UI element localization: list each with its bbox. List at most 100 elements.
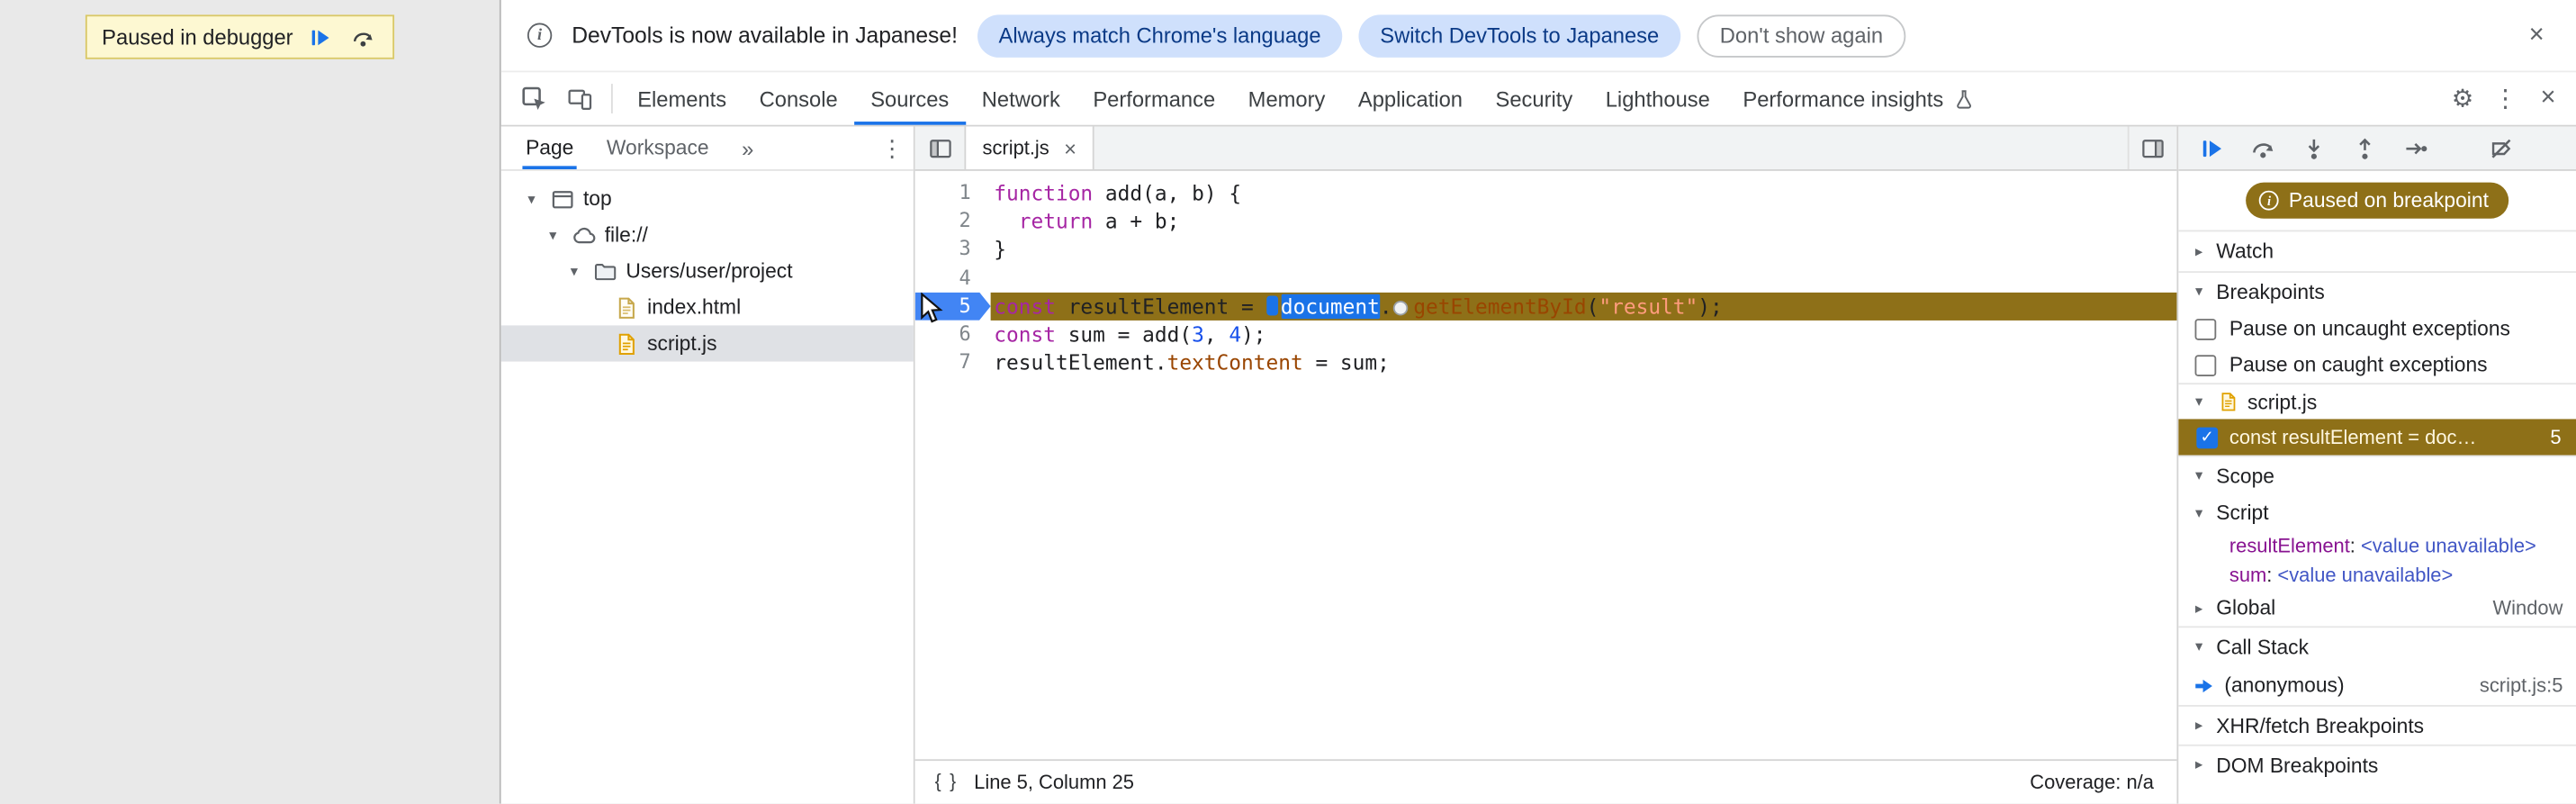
breakpoint-file-group[interactable]: ▾ script.js xyxy=(2178,383,2576,419)
frame-location: script.js:5 xyxy=(2479,673,2563,697)
section-scope[interactable]: ▾ Scope xyxy=(2178,455,2576,495)
pretty-print-button[interactable]: { } xyxy=(935,772,958,792)
settings-button[interactable]: ⚙ xyxy=(2441,72,2483,124)
code-token: ); xyxy=(1241,321,1266,348)
notification-close-button[interactable]: × xyxy=(2517,15,2556,55)
tab-memory[interactable]: Memory xyxy=(1231,72,1341,124)
pause-caught-exceptions-row[interactable]: Pause on caught exceptions xyxy=(2178,347,2576,383)
more-options-button[interactable]: ⋮ xyxy=(2484,72,2526,124)
switch-to-japanese-button[interactable]: Switch DevTools to Japanese xyxy=(1358,14,1680,57)
tab-label: Performance xyxy=(1093,86,1216,112)
execution-position-marker xyxy=(1265,295,1278,315)
line-number-1[interactable]: 1 xyxy=(915,179,991,207)
section-call-stack[interactable]: ▾ Call Stack xyxy=(2178,626,2576,665)
tab-label: Elements xyxy=(637,86,727,112)
checkbox-label: Pause on uncaught exceptions xyxy=(2229,317,2510,340)
resume-script-button[interactable] xyxy=(2198,135,2224,161)
tab-label: Security xyxy=(1495,86,1573,112)
tree-item-script-js[interactable]: script.js xyxy=(500,325,914,362)
inspect-button[interactable] xyxy=(511,72,557,124)
scope-variable-sum[interactable]: sum: <value unavailable> xyxy=(2178,560,2576,590)
tab-application[interactable]: Application xyxy=(1342,72,1480,124)
mouse-cursor xyxy=(921,292,943,323)
step-over-button[interactable] xyxy=(2249,135,2275,161)
navigator-menu-button[interactable]: ⋮ xyxy=(870,127,913,169)
chevron-right-icon: ▸ xyxy=(2194,755,2203,772)
tree-item-top[interactable]: ▾ top xyxy=(501,181,914,217)
expand-arrow-icon[interactable]: ▾ xyxy=(544,226,562,244)
tree-item-users-user-project[interactable]: ▾ Users/user/project xyxy=(501,253,914,289)
line-number-7[interactable]: 7 xyxy=(915,348,991,376)
editor-status-bar: { } Line 5, Column 25 Coverage: n/a xyxy=(914,759,2177,804)
line-number-3[interactable]: 3 xyxy=(915,236,991,264)
tab-security[interactable]: Security xyxy=(1479,72,1589,124)
code-text-line-2[interactable]: return a + b; xyxy=(991,207,2177,235)
step-button[interactable] xyxy=(2402,135,2428,161)
file-tab-script-js[interactable]: script.js × xyxy=(964,126,1095,170)
step-out-button[interactable] xyxy=(2351,135,2377,161)
code-token: 3 xyxy=(1192,321,1204,348)
code-text-line-3[interactable]: } xyxy=(991,236,2177,264)
code-line-4: 4 xyxy=(915,264,2177,292)
banner-step-over-button[interactable] xyxy=(349,23,379,50)
pause-caught-checkbox[interactable] xyxy=(2194,354,2217,376)
chevron-right-icon: ▸ xyxy=(2194,599,2203,616)
scope-variable-resultelement[interactable]: resultElement: <value unavailable> xyxy=(2178,531,2576,561)
step-into-button[interactable] xyxy=(2300,135,2326,161)
tab-page[interactable]: Page xyxy=(522,127,578,170)
more-tabs-button[interactable]: » xyxy=(738,127,757,169)
tree-item-label: index.html xyxy=(647,295,742,320)
tab-elements[interactable]: Elements xyxy=(621,72,743,124)
expand-arrow-icon[interactable]: ▾ xyxy=(522,190,540,208)
code-text-line-5[interactable]: const resultElement = document. getElemen… xyxy=(990,292,2177,321)
experiment-flask-icon xyxy=(1953,88,1975,110)
tab-performance[interactable]: Performance xyxy=(1076,72,1231,124)
paused-on-breakpoint-badge: i Paused on breakpoint xyxy=(2246,182,2508,219)
tab-performance-insights[interactable]: Performance insights xyxy=(1726,72,1991,124)
tab-workspace[interactable]: Workspace xyxy=(603,127,712,169)
tab-network[interactable]: Network xyxy=(966,72,1077,124)
code-text-line-4[interactable] xyxy=(991,264,2177,292)
toggle-debugger-button[interactable] xyxy=(2127,126,2177,170)
always-match-language-button[interactable]: Always match Chrome's language xyxy=(977,14,1343,57)
tab-sources[interactable]: Sources xyxy=(853,72,966,125)
section-xhr-breakpoints[interactable]: ▸ XHR/fetch Breakpoints xyxy=(2178,705,2576,745)
tree-item-file[interactable]: ▾ file:// xyxy=(501,217,914,253)
line-number-4[interactable]: 4 xyxy=(915,264,991,292)
scope-script-group[interactable]: ▾ Script xyxy=(2178,494,2576,530)
code-area[interactable]: 1 function add(a, b) {2 return a + b; 3} 4 5… xyxy=(914,171,2177,760)
close-icon: × xyxy=(2528,20,2544,49)
scope-global-value: Window xyxy=(2492,596,2563,620)
pause-uncaught-checkbox[interactable] xyxy=(2194,318,2217,339)
close-devtools-button[interactable]: × xyxy=(2526,72,2569,124)
code-text-line-1[interactable]: function add(a, b) { xyxy=(991,179,2177,207)
info-icon: i xyxy=(527,23,553,48)
banner-resume-button[interactable] xyxy=(306,23,336,50)
section-dom-breakpoints[interactable]: ▸ DOM Breakpoints xyxy=(2178,744,2576,784)
toggle-navigator-button[interactable] xyxy=(915,127,965,169)
folder-icon xyxy=(591,258,617,285)
device-toolbar-button[interactable] xyxy=(557,72,603,124)
section-watch[interactable]: ▸ Watch xyxy=(2178,231,2576,271)
dont-show-again-button[interactable]: Don't show again xyxy=(1697,14,1906,57)
tab-console[interactable]: Console xyxy=(743,72,854,124)
code-token: function xyxy=(994,180,1094,206)
file-tab-close-button[interactable]: × xyxy=(1064,137,1076,158)
section-breakpoints[interactable]: ▾ Breakpoints xyxy=(2178,271,2576,311)
scope-global-row[interactable]: ▸ Global Window xyxy=(2178,590,2576,626)
deactivate-breakpoints-button[interactable] xyxy=(2487,135,2513,161)
tab-lighthouse[interactable]: Lighthouse xyxy=(1589,72,1726,124)
code-text-line-6[interactable]: const sum = add(3, 4); xyxy=(991,321,2177,348)
call-stack-frame[interactable]: (anonymous) script.js:5 xyxy=(2178,665,2576,705)
pause-uncaught-exceptions-row[interactable]: Pause on uncaught exceptions xyxy=(2178,311,2576,347)
line-number-2[interactable]: 2 xyxy=(915,207,991,235)
panel-left-icon xyxy=(929,139,950,158)
code-token: textContent xyxy=(1166,350,1303,375)
expand-arrow-icon[interactable]: ▾ xyxy=(565,262,583,280)
tree-item-index-html[interactable]: index.html xyxy=(501,289,914,325)
notification-message: DevTools is now available in Japanese! xyxy=(572,23,958,48)
code-text-line-7[interactable]: resultElement.textContent = sum; xyxy=(991,348,2177,376)
chevron-right-icon: ▸ xyxy=(2194,242,2203,259)
breakpoint-checkbox[interactable] xyxy=(2196,426,2219,448)
breakpoint-entry[interactable]: const resultElement = doc… 5 xyxy=(2178,419,2576,456)
